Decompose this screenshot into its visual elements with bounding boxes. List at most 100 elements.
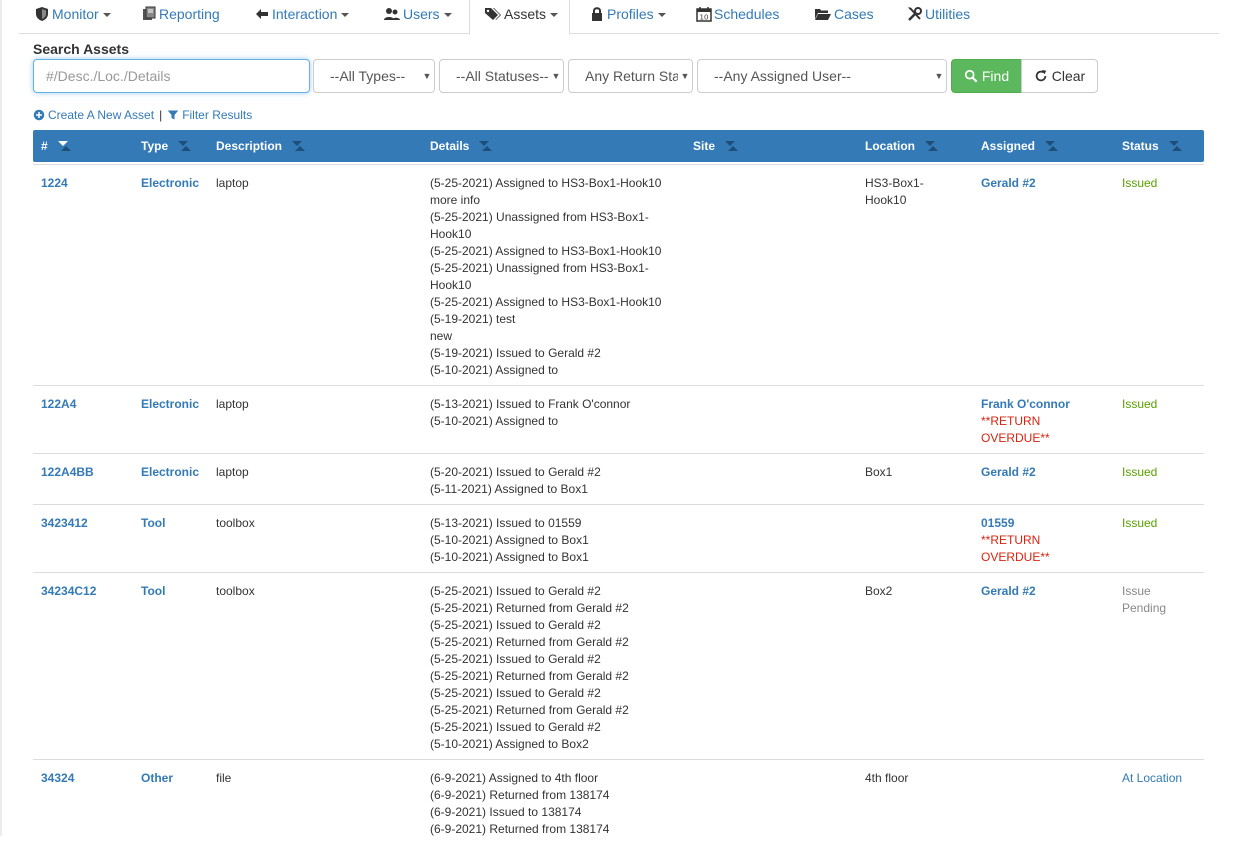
asset-type-link[interactable]: Electronic bbox=[141, 396, 199, 413]
detail-line: Hook10 bbox=[430, 227, 472, 241]
detail-line: (5-25-2021) Issued to Gerald #2 bbox=[430, 584, 601, 598]
asset-id-link[interactable]: 3423412 bbox=[41, 515, 88, 532]
return-status-filter-select[interactable]: Any Return Status ▼ bbox=[568, 59, 693, 93]
detail-line: (5-19-2021) Issued to Gerald #2 bbox=[430, 346, 601, 360]
asset-description: file bbox=[216, 771, 232, 785]
dropdown-arrow-icon: ▼ bbox=[932, 60, 946, 92]
asset-type-link[interactable]: Electronic bbox=[141, 464, 199, 481]
nav-users[interactable]: Users bbox=[383, 0, 452, 34]
return-overdue-warning: **RETURN bbox=[981, 533, 1041, 547]
nav-interaction[interactable]: Interaction bbox=[254, 0, 350, 34]
search-input[interactable] bbox=[33, 59, 310, 93]
return-overdue-warning: OVERDUE** bbox=[981, 431, 1050, 445]
clear-button[interactable]: Clear bbox=[1021, 59, 1098, 93]
assigned-user-link[interactable]: Frank O'connor bbox=[981, 396, 1111, 413]
asset-details: (5-20-2021) Issued to Gerald #2 (5-11-202… bbox=[430, 464, 601, 498]
nav-monitor[interactable]: Monitor bbox=[34, 0, 111, 34]
detail-line: (5-10-2021) Assigned to bbox=[430, 414, 559, 428]
status-text: Issued bbox=[1122, 176, 1158, 190]
location-line: Box2 bbox=[865, 584, 893, 598]
shield-icon bbox=[36, 7, 48, 21]
chevron-down-icon bbox=[657, 13, 666, 17]
detail-line: (5-10-2021) Assigned to Box2 bbox=[430, 737, 589, 751]
calendar-icon: 10 bbox=[696, 7, 712, 22]
nav-monitor-label: Monitor bbox=[52, 6, 99, 22]
nav-interaction-label: Interaction bbox=[272, 6, 338, 22]
folder-open-icon bbox=[815, 9, 831, 20]
column-header-site[interactable]: Site bbox=[693, 130, 739, 162]
status-text: Issued bbox=[1122, 397, 1158, 411]
asset-description: toolbox bbox=[216, 516, 255, 530]
nav-profiles-label: Profiles bbox=[607, 6, 654, 22]
detail-line: (5-10-2021) Assigned to Box1 bbox=[430, 533, 589, 547]
location-line: Box1 bbox=[865, 465, 893, 479]
column-header-label: Status bbox=[1122, 139, 1159, 153]
filter-results-link[interactable]: Filter Results bbox=[182, 108, 252, 122]
asset-description: laptop bbox=[216, 397, 249, 411]
column-header-label: # bbox=[41, 139, 48, 153]
column-header-label: Location bbox=[865, 139, 915, 153]
create-asset-link[interactable]: Create A New Asset bbox=[48, 108, 154, 122]
asset-type-link[interactable]: Electronic bbox=[141, 175, 199, 192]
detail-line: (5-25-2021) Assigned to HS3-Box1-Hook10 bbox=[430, 295, 662, 309]
detail-line: (5-25-2021) Issued to Gerald #2 bbox=[430, 686, 601, 700]
location-line: 4th floor bbox=[865, 771, 909, 785]
asset-id-link[interactable]: 34234C12 bbox=[41, 583, 96, 600]
asset-type-link[interactable]: Tool bbox=[141, 583, 165, 600]
asset-type-link[interactable]: Tool bbox=[141, 515, 165, 532]
tags-icon bbox=[485, 8, 501, 20]
asset-location: HS3-Box1- Hook10 bbox=[865, 175, 965, 209]
dropdown-arrow-icon: ▼ bbox=[420, 60, 434, 92]
column-header-details[interactable]: Details bbox=[430, 130, 493, 162]
column-header-label: Description bbox=[216, 139, 283, 153]
asset-type-link[interactable]: Other bbox=[141, 770, 173, 787]
location-line: HS3-Box1- bbox=[865, 176, 924, 190]
column-header-description[interactable]: Description bbox=[216, 130, 306, 162]
asset-description: toolbox bbox=[216, 584, 255, 598]
nav-reporting[interactable]: Reporting bbox=[141, 0, 220, 34]
chevron-down-icon bbox=[443, 13, 452, 17]
detail-line: (5-20-2021) Issued to Gerald #2 bbox=[430, 465, 601, 479]
status-badge: Issued bbox=[1122, 515, 1202, 532]
detail-line: (6-9-2021) Returned from 138174 bbox=[430, 788, 610, 802]
detail-line: (5-25-2021) Unassigned from HS3-Box1- bbox=[430, 210, 649, 224]
assigned-user-link[interactable]: Gerald #2 bbox=[981, 464, 1111, 481]
search-icon bbox=[964, 69, 978, 83]
column-header-status[interactable]: Status bbox=[1122, 130, 1183, 162]
column-header-location[interactable]: Location bbox=[865, 130, 939, 162]
nav-utilities[interactable]: Utilities bbox=[907, 0, 970, 34]
asset-id-link[interactable]: 34324 bbox=[41, 770, 74, 787]
assigned-user-link[interactable]: Gerald #2 bbox=[981, 583, 1111, 600]
detail-line: new bbox=[430, 329, 453, 343]
nav-profiles[interactable]: Profiles bbox=[589, 0, 666, 34]
nav-assets[interactable]: Assets bbox=[469, 0, 570, 35]
nav-cases[interactable]: Cases bbox=[814, 0, 874, 34]
assigned-user-filter-select[interactable]: --Any Assigned User-- ▼ bbox=[697, 59, 947, 93]
find-button[interactable]: Find bbox=[951, 59, 1022, 93]
sort-icon bbox=[723, 141, 739, 151]
table-row: 3423412 Tool toolbox (5-13-2021) Issued to … bbox=[33, 504, 1204, 572]
asset-assigned: Frank O'connor **RETURN OVERDUE** bbox=[981, 396, 1111, 447]
detail-line: (5-10-2021) Assigned to bbox=[430, 363, 559, 377]
asset-id-link[interactable]: 122A4BB bbox=[41, 464, 94, 481]
detail-line: (5-19-2021) test bbox=[430, 312, 516, 326]
column-header-assigned[interactable]: Assigned bbox=[981, 130, 1059, 162]
reports-icon bbox=[143, 6, 156, 20]
detail-line: (5-25-2021) Returned from Gerald #2 bbox=[430, 601, 629, 615]
assigned-user-link[interactable]: 01559 bbox=[981, 515, 1111, 532]
nav-schedules[interactable]: 10 Schedules bbox=[696, 0, 779, 34]
asset-details: (5-25-2021) Assigned to HS3-Box1-Hook10 m… bbox=[430, 175, 661, 379]
lock-icon bbox=[592, 7, 602, 21]
status-filter-select[interactable]: --All Statuses-- ▼ bbox=[439, 59, 564, 93]
assigned-user-link[interactable]: Gerald #2 bbox=[981, 175, 1111, 192]
asset-id-link[interactable]: 122A4 bbox=[41, 396, 76, 413]
type-filter-select[interactable]: --All Types-- ▼ bbox=[313, 59, 435, 93]
location-line: Hook10 bbox=[865, 193, 907, 207]
column-header-type[interactable]: Type bbox=[141, 130, 192, 162]
detail-line: (6-9-2021) Returned from 138174 bbox=[430, 822, 610, 836]
detail-line: (5-25-2021) Issued to Gerald #2 bbox=[430, 618, 601, 632]
column-header-number[interactable]: # bbox=[41, 130, 72, 162]
table-row: 122A4BB Electronic laptop (5-20-2021) Issue… bbox=[33, 453, 1204, 504]
find-button-label: Find bbox=[981, 68, 1010, 84]
asset-id-link[interactable]: 1224 bbox=[41, 175, 68, 192]
